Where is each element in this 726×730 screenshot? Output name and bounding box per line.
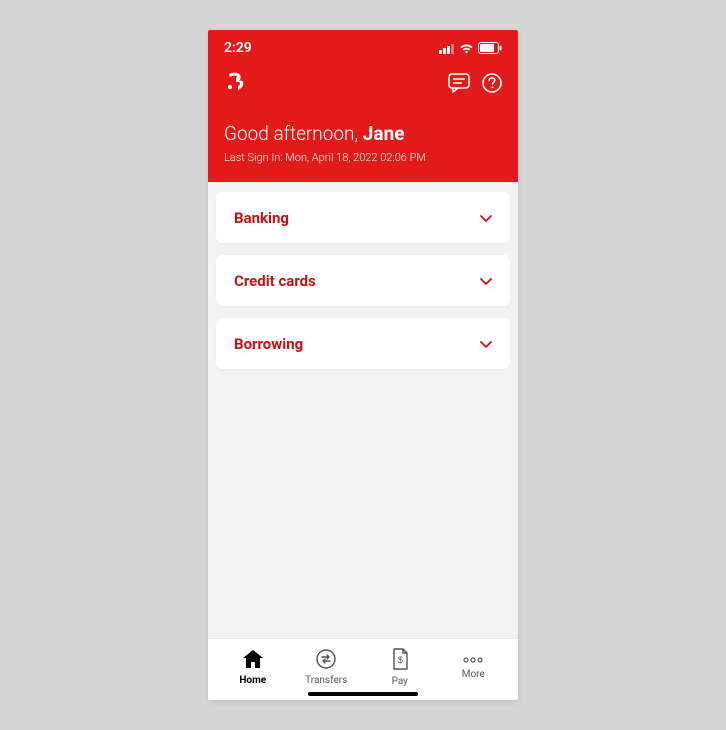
section-title: Credit cards: [234, 272, 316, 290]
home-indicator: [308, 692, 418, 696]
tab-label: Home: [239, 675, 266, 686]
status-indicators: [439, 42, 502, 54]
section-borrowing[interactable]: Borrowing: [216, 318, 510, 369]
status-bar: 2:29: [224, 30, 502, 66]
home-icon: [242, 649, 264, 672]
battery-icon: [478, 42, 502, 54]
help-icon[interactable]: [482, 73, 502, 97]
greeting: Good afternoon, Jane: [224, 122, 502, 145]
tab-transfers[interactable]: Transfers: [296, 649, 356, 686]
section-credit-cards[interactable]: Credit cards: [216, 255, 510, 306]
status-time: 2:29: [224, 40, 252, 56]
brand-logo-icon: [224, 72, 244, 98]
phone-frame: 2:29: [208, 30, 518, 700]
last-sign-in: Last Sign In: Mon, April 18, 2022 02:06 …: [224, 151, 502, 164]
content-area: Banking Credit cards Borrowing: [208, 182, 518, 638]
chevron-down-icon: [480, 334, 492, 353]
svg-text:$: $: [398, 655, 403, 665]
greeting-name: Jane: [363, 122, 405, 145]
header: 2:29: [208, 30, 518, 182]
tab-label: Pay: [392, 676, 408, 687]
chevron-down-icon: [480, 208, 492, 227]
section-title: Borrowing: [234, 335, 303, 353]
chevron-down-icon: [480, 271, 492, 290]
wifi-icon: [459, 43, 474, 54]
signal-icon: [439, 43, 455, 54]
bottom-tab-bar: Home Transfers $ Pay More: [208, 638, 518, 700]
pay-icon: $: [391, 648, 409, 673]
tab-more[interactable]: More: [443, 655, 503, 680]
tab-home[interactable]: Home: [223, 649, 283, 686]
tab-label: More: [462, 669, 485, 680]
more-icon: [463, 655, 483, 666]
tab-pay[interactable]: $ Pay: [370, 648, 430, 687]
section-title: Banking: [234, 209, 289, 227]
section-banking[interactable]: Banking: [216, 192, 510, 243]
transfers-icon: [316, 649, 336, 672]
top-bar: [224, 72, 502, 98]
tab-label: Transfers: [305, 675, 347, 686]
greeting-prefix: Good afternoon,: [224, 122, 363, 145]
chat-icon[interactable]: [448, 73, 470, 97]
